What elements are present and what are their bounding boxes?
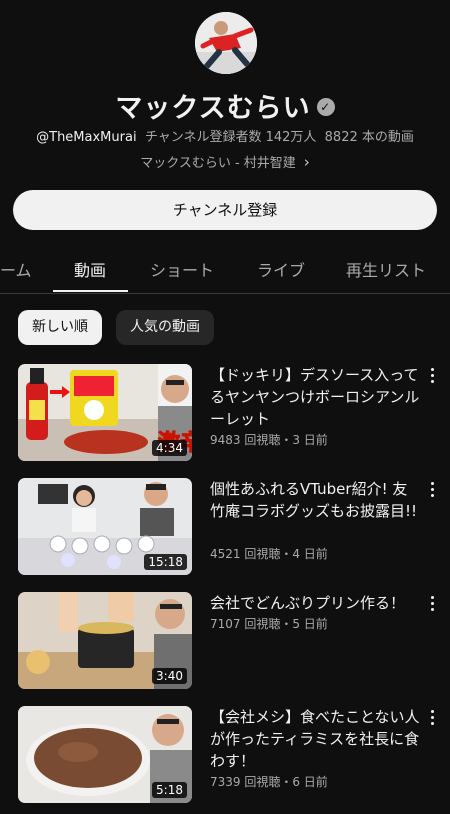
tab-shorts[interactable]: ショート	[150, 257, 214, 281]
video-thumbnail[interactable]: 激辛 4:34	[18, 364, 192, 461]
video-item[interactable]: 3:40 会社でどんぶりプリン作る！ 7107 回視聴・5 日前	[0, 592, 450, 692]
video-thumbnail[interactable]: 5:18	[18, 706, 192, 803]
video-meta: 9483 回視聴・3 日前	[210, 433, 328, 447]
more-vert-icon[interactable]	[430, 596, 436, 614]
video-title[interactable]: 個性あふれるVTuber紹介! 友竹庵コラボグッズもお披露目!!	[210, 478, 422, 522]
tab-playlists[interactable]: 再生リスト	[346, 257, 426, 281]
video-duration: 15:18	[144, 554, 187, 570]
video-item[interactable]: 15:18 個性あふれるVTuber紹介! 友竹庵コラボグッズもお披露目!! 4…	[0, 478, 450, 578]
channel-meta: @TheMaxMurai チャンネル登録者数 142万人 8822 本の動画	[0, 126, 450, 145]
video-thumbnail[interactable]: 15:18	[18, 478, 192, 575]
video-duration: 3:40	[152, 668, 187, 684]
check-circle-icon: ✓	[316, 97, 335, 116]
more-vert-icon[interactable]	[430, 482, 436, 500]
tab-live[interactable]: ライブ	[257, 257, 305, 281]
subscribe-button[interactable]: チャンネル登録	[13, 190, 437, 230]
channel-tabs: ーム 動画 ショート ライブ 再生リスト	[0, 247, 450, 294]
channel-link[interactable]: マックスむらい - 村井智建 ›	[0, 152, 450, 171]
tab-home[interactable]: ーム	[0, 257, 32, 281]
video-duration: 4:34	[152, 440, 187, 456]
channel-title: マックスむらい ✓	[0, 86, 450, 125]
active-tab-indicator	[53, 290, 128, 292]
video-meta: 7107 回視聴・5 日前	[210, 617, 328, 631]
video-meta: 4521 回視聴・4 日前	[210, 547, 328, 561]
channel-handle: @TheMaxMurai	[36, 130, 137, 145]
channel-name-text: マックスむらい	[115, 93, 311, 124]
video-title[interactable]: 【会社メシ】食べたことない人が作ったティラミスを社長に食わす！	[210, 706, 422, 772]
more-vert-icon[interactable]	[430, 368, 436, 386]
video-item[interactable]: 激辛 4:34 【ドッキリ】デスソース入ってるヤンヤンつけボーロシアンルーレット…	[0, 364, 450, 464]
more-vert-icon[interactable]	[430, 710, 436, 728]
video-thumbnail[interactable]: 3:40	[18, 592, 192, 689]
video-title[interactable]: 会社でどんぶりプリン作る！	[210, 592, 422, 614]
video-meta: 7339 回視聴・6 日前	[210, 775, 328, 789]
chip-popular[interactable]: 人気の動画	[116, 310, 214, 345]
chevron-right-icon: ›	[303, 153, 310, 171]
video-count: 8822 本の動画	[324, 130, 414, 145]
video-item[interactable]: 5:18 【会社メシ】食べたことない人が作ったティラミスを社長に食わす！ 733…	[0, 706, 450, 806]
channel-link-text[interactable]: マックスむらい - 村井智建	[140, 156, 296, 171]
channel-avatar[interactable]	[195, 12, 257, 74]
video-duration: 5:18	[152, 782, 187, 798]
subscriber-count: チャンネル登録者数 142万人	[144, 130, 317, 145]
tab-videos[interactable]: 動画	[74, 257, 106, 281]
chip-newest[interactable]: 新しい順	[18, 310, 102, 345]
video-title[interactable]: 【ドッキリ】デスソース入ってるヤンヤンつけボーロシアンルーレット	[210, 364, 422, 430]
